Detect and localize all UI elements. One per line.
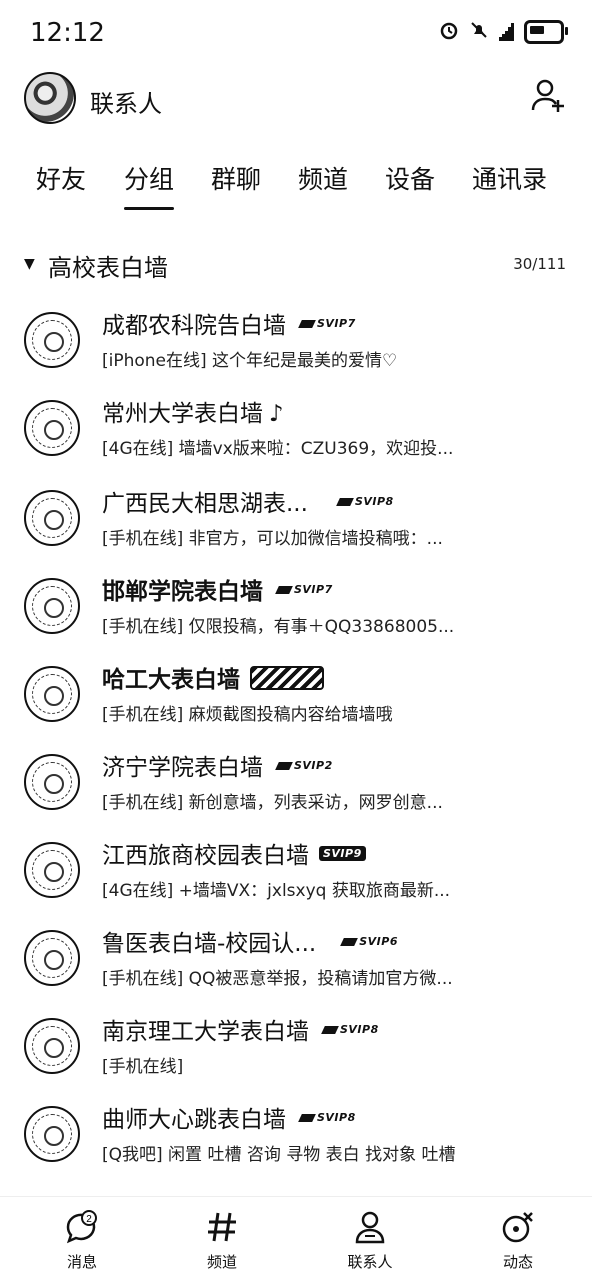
group-name: 高校表白墙 — [48, 254, 168, 282]
svip-badge: SVIP8 — [319, 1022, 383, 1037]
contact-name: 济宁学院表白墙 — [102, 755, 263, 781]
contact-status: [手机在线] QQ被恶意举报，投稿请加官方微... — [102, 969, 453, 989]
mute-icon — [469, 20, 489, 44]
contact-name: 鲁医表白墙-校园认... — [102, 931, 317, 957]
header: 联系人 — [0, 68, 592, 132]
contact-status: [手机在线] — [102, 1057, 184, 1077]
contact-name: 邯郸学院表白墙 — [102, 579, 263, 605]
nav-label: 动态 — [502, 1253, 533, 1271]
contact-name: 广西民大相思湖表... — [102, 491, 308, 517]
alarm-icon — [439, 20, 459, 44]
hash-icon — [204, 1209, 240, 1245]
status-icons — [439, 20, 568, 44]
contact-name: 哈工大表白墙 — [102, 667, 240, 693]
contact-name: 常州大学表白墙 — [102, 401, 263, 427]
contact-avatar — [24, 312, 80, 368]
list-item[interactable]: 鲁医表白墙-校园认... SVIP6 [手机在线] QQ被恶意举报，投稿请加官方微… — [0, 918, 592, 1004]
contact-status: [iPhone在线] 这个年纪是最美的爱情♡ — [102, 351, 398, 371]
svip-badge: SVIP8 — [296, 1110, 360, 1125]
contact-avatar — [24, 930, 80, 986]
tab-friends[interactable]: 好友 — [36, 160, 86, 196]
contact-avatar — [24, 400, 80, 456]
list-item[interactable]: 广西民大相思湖表... SVIP8 [手机在线] 非官方，可以加微信墙投稿哦：..… — [0, 478, 592, 564]
svip-badge: SVIP7 — [296, 316, 360, 331]
list-item[interactable]: 邯郸学院表白墙 SVIP7 [手机在线] 仅限投稿，有事＋QQ33868005..… — [0, 566, 592, 652]
tab-groups[interactable]: 分组 — [124, 160, 175, 210]
contact-avatar — [24, 842, 80, 898]
contact-status: [手机在线] 非官方，可以加微信墙投稿哦：... — [102, 529, 443, 549]
list-item[interactable]: 成都农科院告白墙 SVIP7 [iPhone在线] 这个年纪是最美的爱情♡ — [0, 300, 592, 386]
contact-avatar — [24, 1018, 80, 1074]
contact-avatar — [24, 754, 80, 810]
group-count: 30/111 — [513, 255, 566, 273]
nav-messages[interactable]: 2 消息 — [32, 1209, 132, 1272]
contact-name: 江西旅商校园表白墙 — [102, 843, 309, 869]
svg-text:2: 2 — [86, 1214, 92, 1225]
list-item[interactable]: 江西旅商校园表白墙 SVIP9 [4G在线] +墙墙VX：jxlsxyq 获取旅商… — [0, 830, 592, 916]
contact-avatar — [24, 578, 80, 634]
contact-avatar — [24, 490, 80, 546]
status-time: 12:12 — [30, 18, 105, 48]
list-item[interactable]: 曲师大心跳表白墙 SVIP8 [Q我吧] 闲置 吐槽 咨询 寻物 表白 找对象 吐… — [0, 1094, 592, 1180]
group-header[interactable]: ▼ 高校表白墙 30/111 — [0, 240, 592, 288]
contact-status: [Q我吧] 闲置 吐槽 咨询 寻物 表白 找对象 吐槽 — [102, 1145, 456, 1165]
star-orbit-icon — [500, 1209, 536, 1245]
chat-bubble-icon: 2 — [64, 1209, 100, 1245]
nav-label: 频道 — [206, 1253, 237, 1271]
tab-devices[interactable]: 设备 — [385, 160, 435, 196]
list-item[interactable]: 南京理工大学表白墙 SVIP8 [手机在线] — [0, 1006, 592, 1092]
contact-status: [手机在线] 麻烦截图投稿内容给墙墙哦 — [102, 705, 393, 725]
svip-badge: SVIP9 — [319, 846, 366, 861]
nav-contacts[interactable]: 联系人 — [320, 1209, 420, 1272]
avatar[interactable] — [24, 72, 76, 124]
add-contact-icon[interactable] — [530, 78, 566, 114]
nav-label: 消息 — [66, 1253, 97, 1271]
music-note-icon: ♪ — [269, 401, 284, 427]
battery-icon — [524, 20, 568, 44]
page-title: 联系人 — [90, 90, 162, 118]
nav-channels[interactable]: 频道 — [172, 1209, 272, 1272]
vip-badge-icon — [250, 665, 324, 690]
svip-badge: SVIP2 — [273, 758, 337, 773]
tab-address-book[interactable]: 通讯录 — [472, 160, 547, 196]
status-bar: 12:12 — [0, 0, 592, 68]
contact-name: 曲师大心跳表白墙 — [102, 1107, 286, 1133]
svip-badge: SVIP8 — [334, 494, 398, 509]
tab-group-chats[interactable]: 群聊 — [211, 160, 261, 196]
list-item[interactable]: 哈工大表白墙 [手机在线] 麻烦截图投稿内容给墙墙哦 — [0, 654, 592, 740]
contact-status: [4G在线] +墙墙VX：jxlsxyq 获取旅商最新... — [102, 881, 451, 901]
nav-label: 联系人 — [347, 1253, 393, 1271]
contact-status: [手机在线] 新创意墙，列表采访，网罗创意... — [102, 793, 443, 813]
contact-status: [手机在线] 仅限投稿，有事＋QQ33868005... — [102, 617, 455, 637]
tab-bar: 好友 分组 群聊 频道 设备 通讯录 — [0, 150, 592, 210]
contact-avatar — [24, 666, 80, 722]
nav-moments[interactable]: 动态 — [468, 1209, 568, 1272]
signal-icon — [499, 23, 514, 41]
list-item[interactable]: 济宁学院表白墙 SVIP2 [手机在线] 新创意墙，列表采访，网罗创意... — [0, 742, 592, 828]
svip-badge: SVIP6 — [338, 934, 402, 949]
contact-name: 南京理工大学表白墙 — [102, 1019, 309, 1045]
svip-badge: SVIP7 — [273, 582, 337, 597]
contact-status: [4G在线] 墙墙vx版来啦：CZU369，欢迎投... — [102, 439, 454, 459]
tab-channels[interactable]: 频道 — [298, 160, 348, 196]
bottom-nav: 2 消息 频道 联系人 动态 — [0, 1196, 592, 1281]
contact-avatar — [24, 1106, 80, 1162]
person-icon — [352, 1209, 388, 1245]
list-item[interactable]: 常州大学表白墙 ♪ [4G在线] 墙墙vx版来啦：CZU369，欢迎投... — [0, 388, 592, 474]
collapse-arrow-icon: ▼ — [24, 256, 35, 272]
contact-name: 成都农科院告白墙 — [102, 313, 286, 339]
